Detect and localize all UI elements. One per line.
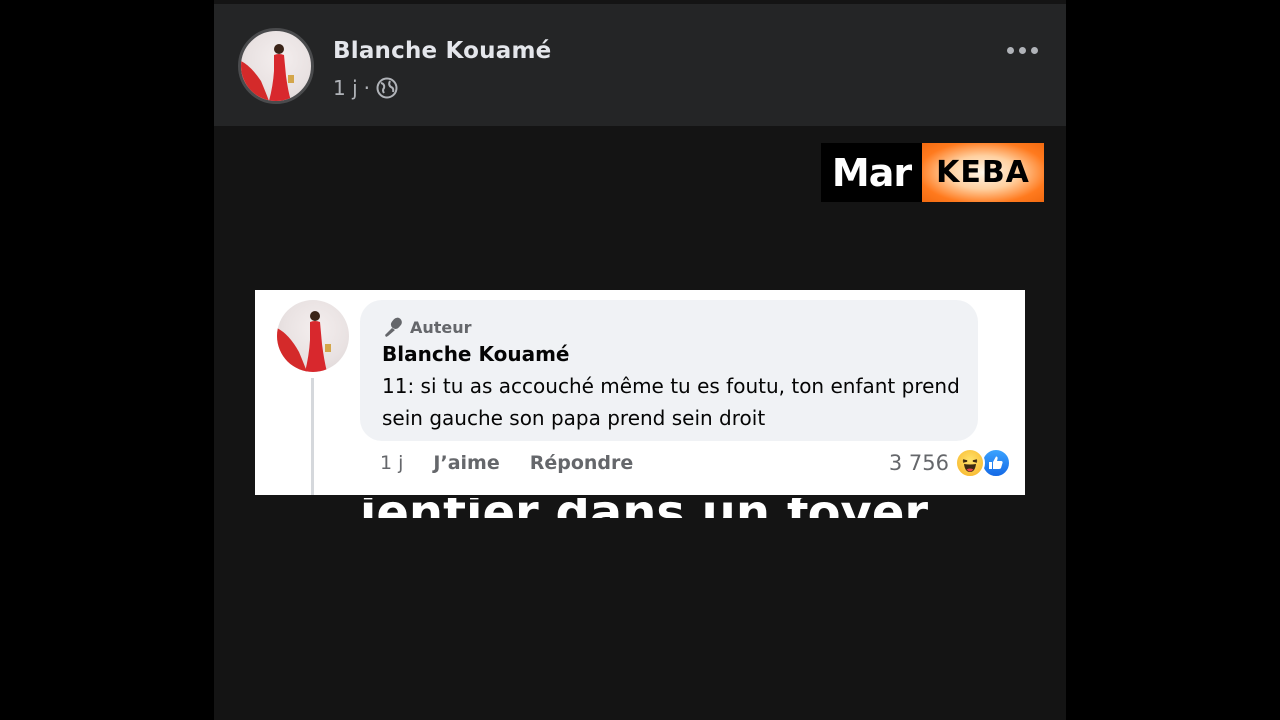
reaction-summary[interactable]: 3 756 bbox=[889, 448, 1011, 478]
logo-right-text: KEBA bbox=[922, 143, 1044, 202]
post-author-name[interactable]: Blanche Kouamé bbox=[333, 38, 551, 64]
avatar-photo bbox=[277, 311, 331, 372]
more-options-button[interactable] bbox=[1004, 40, 1040, 60]
comment-avatar[interactable] bbox=[277, 300, 349, 372]
like-icon bbox=[981, 448, 1011, 478]
reaction-count: 3 756 bbox=[888, 451, 949, 475]
more-dot bbox=[1018, 46, 1026, 54]
comment-time[interactable]: 1 j bbox=[380, 452, 403, 474]
comment-actions: 1 j J’aime Répondre bbox=[380, 452, 633, 474]
haha-icon bbox=[955, 448, 985, 478]
author-avatar[interactable] bbox=[238, 28, 314, 104]
comment-author-name[interactable]: Blanche Kouamé bbox=[382, 342, 569, 366]
globe-icon bbox=[376, 77, 398, 99]
meta-separator: · bbox=[363, 76, 370, 100]
thumbs-up-glyph bbox=[989, 456, 1003, 469]
watermark-logo: Mar KEBA bbox=[821, 143, 1044, 202]
more-dot bbox=[1030, 46, 1038, 54]
like-button[interactable]: J’aime bbox=[433, 452, 499, 474]
more-horizontal-icon bbox=[1006, 46, 1014, 54]
author-badge: Auteur bbox=[382, 316, 472, 338]
comment-text: 11: si tu as accouché même tu es foutu, … bbox=[382, 374, 960, 430]
avatar-photo bbox=[241, 44, 294, 101]
reply-button[interactable]: Répondre bbox=[530, 452, 634, 474]
post-header: Blanche Kouamé 1 j · bbox=[214, 4, 1066, 126]
post-screen: Blanche Kouamé 1 j · Mar KEBA ientier da… bbox=[214, 0, 1066, 720]
post-meta: 1 j · bbox=[333, 76, 398, 100]
haha-face bbox=[962, 459, 978, 472]
thread-line bbox=[311, 378, 314, 495]
reaction-icons bbox=[955, 448, 1011, 478]
comment-card: Auteur Blanche Kouamé 11: si tu as accou… bbox=[255, 290, 1025, 495]
logo-left-text: Mar bbox=[821, 143, 922, 202]
comment-bubble: Auteur Blanche Kouamé 11: si tu as accou… bbox=[360, 300, 978, 441]
microphone-icon bbox=[385, 317, 402, 337]
author-badge-label: Auteur bbox=[410, 317, 472, 337]
post-time[interactable]: 1 j bbox=[333, 76, 358, 100]
